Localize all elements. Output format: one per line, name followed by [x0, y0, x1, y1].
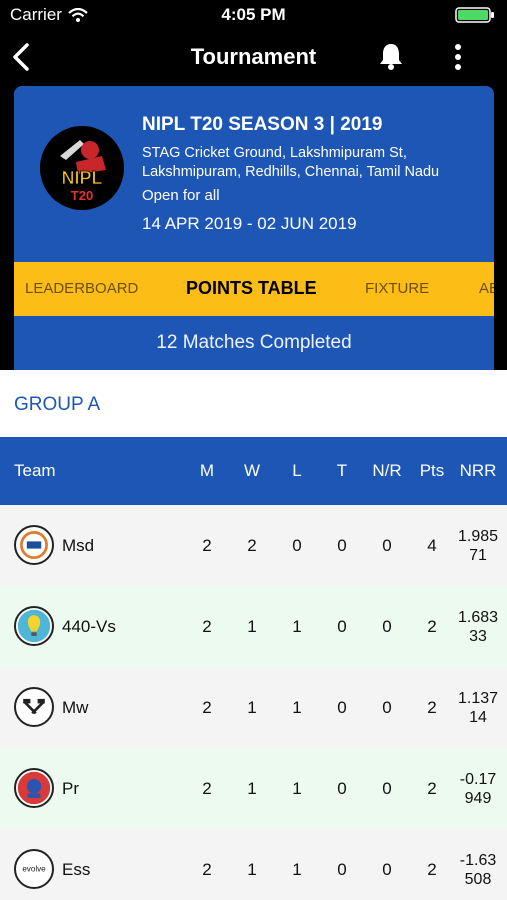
points-value: 4 — [427, 536, 437, 555]
nrr-line-1: -0.17 — [459, 771, 497, 788]
team-logo: evolve — [14, 849, 54, 889]
ties-value: 0 — [337, 617, 347, 636]
tournament-type: Open for all — [142, 187, 220, 204]
nrr-line-1: 1.137 — [457, 690, 499, 707]
svg-text:T20: T20 — [71, 188, 93, 203]
tab-more[interactable]: AB — [479, 280, 494, 297]
matches-value: 2 — [202, 617, 212, 636]
tab-strip: LEADERBOARD POINTS TABLE FIXTURE AB — [14, 262, 494, 316]
header-wins: W — [243, 461, 261, 480]
page-title: Tournament — [190, 44, 317, 69]
points-value: 2 — [427, 698, 437, 717]
nrr-value: 1.985 71 — [450, 527, 506, 565]
tab-fixture[interactable]: FIXTURE — [365, 280, 429, 297]
wins-value: 1 — [247, 698, 257, 717]
nrr-value: -0.17 949 — [450, 770, 506, 808]
more-vertical-icon[interactable] — [450, 42, 466, 72]
header-team: Team — [14, 461, 56, 480]
header-matches: M — [199, 461, 215, 480]
losses-value: 1 — [292, 698, 302, 717]
losses-value: 1 — [292, 860, 302, 879]
ties-value: 0 — [337, 698, 347, 717]
points-table-content: GROUP A Team M W L T N/R Pts NRR Msd 2 2… — [0, 370, 507, 900]
team-name: Pr — [62, 779, 79, 798]
tab-points-table[interactable]: POINTS TABLE — [186, 278, 317, 299]
points-value: 2 — [427, 617, 437, 636]
svg-text:evolve: evolve — [22, 865, 46, 874]
header-nrr: NRR — [459, 461, 497, 480]
team-logo — [14, 768, 54, 808]
nrr-line-2: 71 — [469, 547, 487, 564]
wins-value: 1 — [247, 617, 257, 636]
wins-value: 1 — [247, 779, 257, 798]
nrr-value: 1.137 14 — [450, 689, 506, 727]
nrr-value: 1.683 33 — [450, 608, 506, 646]
team-name: Msd — [62, 536, 95, 555]
team-logo — [14, 525, 54, 565]
nrr-value: -1.63 508 — [450, 851, 506, 889]
table-row[interactable]: Pr 2 1 1 0 0 2 -0.17 949 — [0, 748, 507, 829]
no-result-value: 0 — [382, 536, 392, 555]
losses-value: 1 — [292, 617, 302, 636]
ties-value: 0 — [337, 860, 347, 879]
header-ties: T — [336, 461, 348, 480]
losses-value: 0 — [292, 536, 302, 555]
header-no-result: N/R — [372, 461, 402, 480]
team-logo — [14, 606, 54, 646]
bell-icon[interactable] — [378, 42, 404, 70]
points-value: 2 — [427, 860, 437, 879]
team-name: Ess — [62, 860, 91, 879]
nrr-line-2: 949 — [464, 790, 492, 807]
team-name: Mw — [62, 698, 89, 717]
wins-value: 2 — [247, 536, 257, 555]
status-bar: Carrier 4:05 PM — [0, 0, 507, 30]
status-time: 4:05 PM — [221, 5, 286, 24]
matches-completed: 12 Matches Completed — [156, 332, 352, 353]
matches-value: 2 — [202, 698, 212, 717]
no-result-value: 0 — [382, 779, 392, 798]
battery-icon — [455, 7, 494, 23]
no-result-value: 0 — [382, 698, 392, 717]
table-row[interactable]: Msd 2 2 0 0 0 4 1.985 71 — [0, 505, 507, 586]
nav-bar: Tournament — [0, 30, 507, 84]
tournament-logo: NIPL T20 — [40, 126, 124, 210]
table-row[interactable]: 440-Vs 2 1 1 0 0 2 1.683 33 — [0, 586, 507, 667]
points-value: 2 — [427, 779, 437, 798]
wins-value: 1 — [247, 860, 257, 879]
table-row[interactable]: evolve Ess 2 1 1 0 0 2 -1.63 508 — [0, 829, 507, 900]
team-name: 440-Vs — [62, 617, 116, 636]
matches-value: 2 — [202, 860, 212, 879]
group-title: GROUP A — [14, 394, 101, 415]
header-points: Pts — [419, 461, 445, 480]
nrr-line-2: 508 — [464, 871, 492, 888]
table-header: Team M W L T N/R Pts NRR — [0, 437, 507, 505]
svg-text:NIPL: NIPL — [61, 168, 102, 188]
header-losses: L — [292, 461, 302, 480]
nrr-line-1: 1.683 — [457, 609, 499, 626]
losses-value: 1 — [292, 779, 302, 798]
nrr-line-2: 14 — [469, 709, 487, 726]
table-rows: Msd 2 2 0 0 0 4 1.985 71 440-Vs 2 1 1 0 … — [0, 505, 507, 900]
tab-leaderboard[interactable]: LEADERBOARD — [25, 280, 138, 297]
table-row[interactable]: Mw 2 1 1 0 0 2 1.137 14 — [0, 667, 507, 748]
ties-value: 0 — [337, 779, 347, 798]
nrr-line-1: 1.985 — [457, 528, 499, 545]
no-result-value: 0 — [382, 617, 392, 636]
nrr-line-1: -1.63 — [459, 852, 497, 869]
no-result-value: 0 — [382, 860, 392, 879]
tournament-header-card: NIPL T20 NIPL T20 SEASON 3 | 2019 STAG C… — [14, 86, 494, 370]
nrr-line-2: 33 — [469, 628, 487, 645]
tournament-name: NIPL T20 SEASON 3 | 2019 — [142, 114, 383, 135]
matches-value: 2 — [202, 536, 212, 555]
tournament-dates: 14 APR 2019 - 02 JUN 2019 — [142, 214, 357, 233]
team-logo — [14, 687, 54, 727]
matches-value: 2 — [202, 779, 212, 798]
ties-value: 0 — [337, 536, 347, 555]
tournament-venue: STAG Cricket Ground, Lakshmipuram St, La… — [142, 145, 440, 180]
